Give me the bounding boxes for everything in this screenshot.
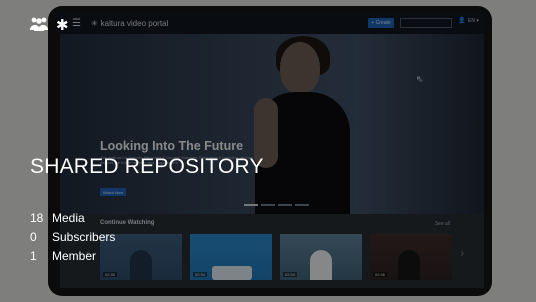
stat-media: 18 Media bbox=[30, 208, 115, 227]
stat-label: Member bbox=[52, 248, 97, 263]
stat-subscribers: 0 Subscribers bbox=[30, 227, 115, 246]
stat-members: 1 Member bbox=[30, 246, 115, 265]
stat-count: 0 bbox=[30, 229, 37, 244]
stat-count: 18 bbox=[30, 210, 44, 225]
stat-label: Media bbox=[52, 210, 85, 225]
group-icon bbox=[30, 17, 48, 34]
stat-count: 1 bbox=[30, 248, 37, 263]
channel-stats: 18 Media 0 Subscribers 1 Member bbox=[30, 208, 115, 265]
stat-label: Subscribers bbox=[52, 229, 116, 244]
channel-title[interactable]: SHARED REPOSITORY bbox=[30, 155, 264, 179]
card-top-icons: ✱ bbox=[30, 17, 69, 34]
asterisk-icon: ✱ bbox=[56, 17, 69, 34]
